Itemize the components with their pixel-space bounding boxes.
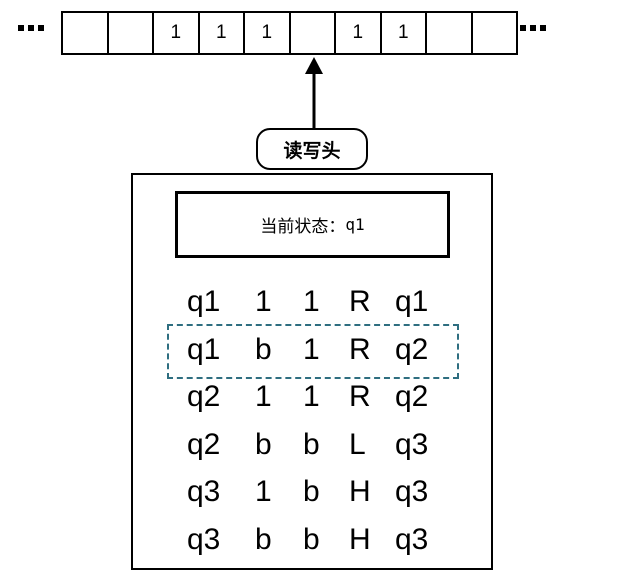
rule-read-symbol: b: [255, 332, 272, 366]
rule-write-symbol: b: [303, 522, 320, 556]
rule-move: R: [349, 332, 371, 366]
rule-read-symbol: 1: [255, 380, 272, 413]
rule-write-symbol: 1: [303, 285, 320, 318]
rule-current-state: q2: [187, 427, 221, 461]
tape: 1 1 1 1 1: [61, 11, 518, 55]
rule-current-state: q1: [187, 332, 221, 366]
tape-cell: [63, 13, 109, 53]
rule-write-symbol: 1: [303, 380, 320, 413]
rule-write-symbol: b: [303, 475, 320, 508]
tape-cell: 1: [200, 13, 245, 53]
tape-cell: [109, 13, 154, 53]
rule-row: q1 1 1 R q1: [133, 279, 491, 327]
rule-move: R: [349, 285, 371, 318]
current-state-value: q1: [345, 215, 365, 234]
tape-cell: [427, 13, 473, 53]
rule-row-highlighted: q1 b 1 R q2: [133, 327, 491, 375]
rule-next-state: q3: [395, 475, 429, 508]
left-ellipsis-icon: [18, 18, 44, 38]
rule-read-symbol: 1: [255, 285, 272, 318]
tape-cell: 1: [245, 13, 291, 53]
rule-current-state: q3: [187, 522, 221, 556]
tape-cell: 1: [382, 13, 427, 53]
rule-current-state: q3: [187, 475, 221, 508]
tape-cell: [473, 13, 518, 53]
rule-move: L: [349, 427, 366, 461]
tape-cell: 1: [336, 13, 382, 53]
rule-next-state: q2: [395, 380, 429, 413]
rule-write-symbol: b: [303, 427, 320, 461]
rule-next-state: q1: [395, 285, 429, 318]
rule-row: q2 1 1 R q2: [133, 374, 491, 422]
rule-next-state: q3: [395, 522, 429, 556]
state-machine-box: 当前状态： q1 q1 1 1 R q1 q1 b 1 R q2 q2 1 1 R…: [131, 173, 493, 570]
rule-write-symbol: 1: [303, 332, 320, 366]
rule-row: q3 b b H q3: [133, 517, 491, 565]
rule-move: H: [349, 522, 371, 556]
up-arrow-icon: [305, 57, 323, 129]
rule-row: q3 1 b H q3: [133, 469, 491, 517]
current-state-box: 当前状态： q1: [175, 191, 450, 258]
rule-row: q2 b b L q3: [133, 422, 491, 470]
current-state-label: 当前状态：: [260, 217, 346, 237]
read-write-head-label: 读写头: [256, 128, 368, 170]
rule-read-symbol: b: [255, 427, 272, 461]
rule-read-symbol: b: [255, 522, 272, 556]
tape-cell-under-head: [291, 13, 336, 53]
rule-next-state: q3: [395, 427, 429, 461]
rule-read-symbol: 1: [255, 475, 272, 508]
rule-move: H: [349, 475, 371, 508]
right-ellipsis-icon: [520, 18, 546, 38]
rule-current-state: q1: [187, 285, 221, 318]
rule-next-state: q2: [395, 332, 429, 366]
tape-cell: 1: [154, 13, 200, 53]
rule-move: R: [349, 380, 371, 413]
rule-table: q1 1 1 R q1 q1 b 1 R q2 q2 1 1 R q2 q2 b…: [133, 279, 491, 564]
rule-current-state: q2: [187, 380, 221, 413]
